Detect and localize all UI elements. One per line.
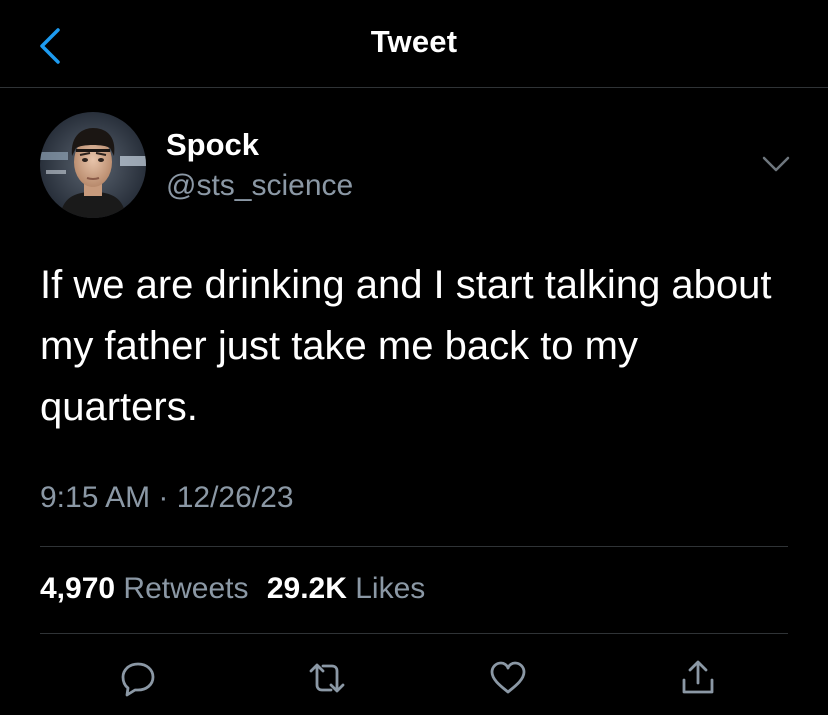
retweets-label: Retweets — [123, 572, 249, 605]
tweet-detail-page: Tweet Spock @sts_science If we are drink… — [0, 0, 828, 715]
likes-label: Likes — [355, 572, 426, 605]
tweet-timestamp[interactable]: 9:15 AM · 12/26/23 — [40, 481, 294, 515]
reply-icon — [121, 662, 155, 697]
retweet-icon — [309, 663, 345, 693]
like-icon — [490, 661, 526, 694]
author-handle[interactable]: @sts_science — [166, 169, 353, 203]
chevron-down-icon — [762, 156, 790, 172]
top-navigation-bar: Tweet — [0, 0, 828, 88]
likes-stat[interactable]: 29.2K Likes — [267, 572, 425, 605]
divider — [40, 633, 788, 634]
reply-button[interactable] — [116, 656, 160, 700]
share-button[interactable] — [676, 656, 720, 700]
share-icon — [682, 660, 714, 694]
more-options-button[interactable] — [756, 148, 796, 180]
avatar-photo — [40, 112, 146, 218]
like-button[interactable] — [486, 656, 530, 700]
retweets-count: 4,970 — [40, 572, 116, 605]
likes-count: 29.2K — [266, 572, 347, 605]
retweets-stat[interactable]: 4,970 Retweets — [40, 572, 257, 605]
avatar[interactable] — [40, 112, 146, 218]
author-display-name[interactable]: Spock — [166, 127, 259, 163]
tweet-text: If we are drinking and I start talking a… — [40, 263, 772, 429]
divider — [40, 546, 788, 547]
retweet-button[interactable] — [305, 656, 349, 700]
page-title: Tweet — [370, 24, 458, 59]
tweet-stats: 4,970 Retweets 29.2K Likes — [40, 572, 425, 606]
